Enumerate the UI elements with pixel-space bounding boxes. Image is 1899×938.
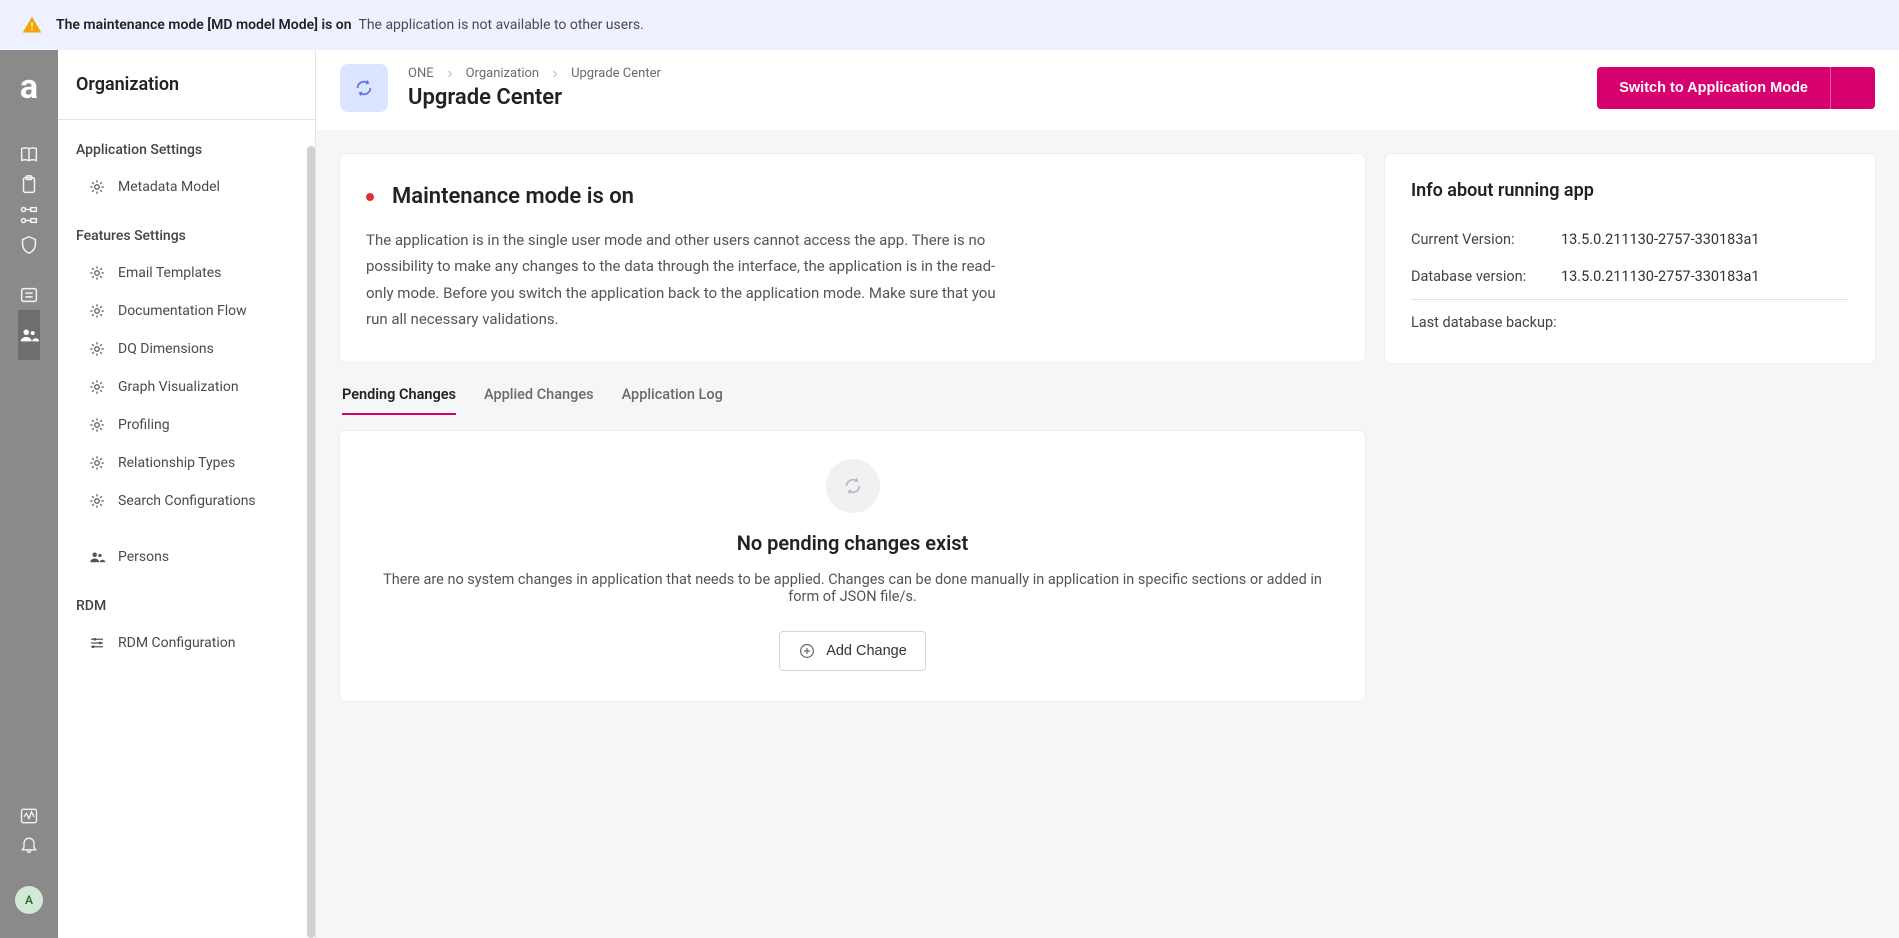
list-icon [18, 284, 40, 306]
sidebar-item-search-configurations[interactable]: Search Configurations [58, 482, 315, 520]
sidebar-item-rdm-configuration[interactable]: RDM Configuration [58, 624, 315, 662]
warning-icon [22, 15, 42, 35]
sidebar-item-label: Relationship Types [118, 455, 235, 471]
empty-body: There are no system changes in applicati… [366, 571, 1339, 605]
notice-title: Maintenance mode is on [392, 184, 634, 209]
sidebar-group-label: Application Settings [58, 120, 315, 168]
info-title: Info about running app [1411, 180, 1849, 201]
nav-rail: a A [0, 50, 58, 938]
sidebar-item-label: RDM Configuration [118, 635, 235, 651]
banner-strong: The maintenance mode [MD model Mode] is … [56, 17, 352, 33]
info-key: Current Version: [1411, 231, 1561, 248]
rail-item-activity[interactable] [19, 802, 39, 830]
people-icon [88, 548, 106, 566]
sidebar-item-label: Graph Visualization [118, 379, 239, 395]
nodes-icon [18, 204, 40, 226]
sidebar-scrollbar[interactable] [307, 146, 315, 938]
chevron-right-icon [444, 68, 456, 80]
page-title: Upgrade Center [408, 85, 661, 110]
gear-icon [88, 340, 106, 358]
sidebar-item-label: Email Templates [118, 265, 221, 281]
switch-mode-caret[interactable] [1830, 67, 1875, 109]
sidebar-group-label: Features Settings [58, 206, 315, 254]
gear-icon [88, 178, 106, 196]
switch-mode-button-group: Switch to Application Mode [1597, 67, 1875, 109]
sidebar-item-email-templates[interactable]: Email Templates [58, 254, 315, 292]
refresh-icon [340, 64, 388, 112]
status-dot-icon [366, 193, 374, 201]
rail-item-list[interactable] [18, 280, 40, 310]
book-icon [18, 144, 40, 166]
gear-icon [88, 492, 106, 510]
gear-icon [88, 454, 106, 472]
info-value: 13.5.0.211130-2757-330183a1 [1561, 231, 1760, 248]
breadcrumb-item[interactable]: ONE [408, 66, 434, 81]
sidebar-item-graph-visualization[interactable]: Graph Visualization [58, 368, 315, 406]
running-app-info-card: Info about running app Current Version:1… [1385, 154, 1875, 363]
sidebar-item-persons[interactable]: Persons [58, 538, 315, 576]
rail-item-clipboard[interactable] [18, 170, 40, 200]
notice-body: The application is in the single user mo… [366, 227, 1006, 332]
sidebar: Organization Application Settings Metadat… [58, 50, 316, 938]
sliders-icon [88, 634, 106, 652]
tab-pending-changes[interactable]: Pending Changes [342, 378, 456, 415]
rail-item-people[interactable] [18, 310, 40, 360]
sidebar-group-label: RDM [58, 576, 315, 624]
breadcrumb: ONE Organization Upgrade Center [408, 66, 661, 81]
people-icon [18, 324, 40, 346]
maintenance-banner: The maintenance mode [MD model Mode] is … [0, 0, 1899, 50]
pending-changes-panel: No pending changes exist There are no sy… [340, 431, 1365, 701]
info-last-backup-label: Last database backup: [1411, 314, 1561, 331]
maintenance-notice-card: Maintenance mode is on The application i… [340, 154, 1365, 362]
sidebar-title: Organization [58, 50, 315, 120]
info-row: Database version:13.5.0.211130-2757-3301… [1411, 258, 1849, 295]
sidebar-item-metadata-model[interactable]: Metadata Model [58, 168, 315, 206]
page-header: ONE Organization Upgrade Center Upgrade Ce… [316, 50, 1899, 130]
breadcrumb-item[interactable]: Organization [466, 66, 539, 81]
info-value: 13.5.0.211130-2757-330183a1 [1561, 268, 1760, 285]
app-logo[interactable]: a [20, 70, 38, 104]
gear-icon [88, 302, 106, 320]
rail-item-bell[interactable] [19, 830, 39, 858]
sidebar-item-label: Documentation Flow [118, 303, 247, 319]
chevron-right-icon [549, 68, 561, 80]
gear-icon [88, 416, 106, 434]
rail-item-shield[interactable] [18, 230, 40, 260]
sidebar-item-documentation-flow[interactable]: Documentation Flow [58, 292, 315, 330]
clipboard-icon [18, 174, 40, 196]
sidebar-item-label: Search Configurations [118, 493, 256, 509]
activity-icon [19, 806, 39, 826]
banner-message: The application is not available to othe… [358, 17, 643, 33]
gear-icon [88, 378, 106, 396]
tab-application-log[interactable]: Application Log [622, 378, 723, 415]
info-key: Database version: [1411, 268, 1561, 285]
info-row: Current Version:13.5.0.211130-2757-33018… [1411, 221, 1849, 258]
bell-icon [19, 834, 39, 854]
gear-icon [88, 264, 106, 282]
add-change-button[interactable]: Add Change [779, 631, 926, 671]
sidebar-item-label: Metadata Model [118, 179, 220, 195]
tabs: Pending Changes Applied Changes Applicatio… [340, 374, 1365, 415]
rail-item-book[interactable] [18, 140, 40, 170]
sidebar-item-label: Persons [118, 549, 169, 565]
switch-mode-button[interactable]: Switch to Application Mode [1597, 67, 1830, 109]
add-change-label: Add Change [826, 643, 907, 659]
sidebar-item-profiling[interactable]: Profiling [58, 406, 315, 444]
sidebar-item-relationship-types[interactable]: Relationship Types [58, 444, 315, 482]
refresh-icon [826, 459, 880, 513]
sidebar-item-label: DQ Dimensions [118, 341, 214, 357]
sidebar-item-dq-dimensions[interactable]: DQ Dimensions [58, 330, 315, 368]
empty-title: No pending changes exist [366, 531, 1339, 555]
tab-applied-changes[interactable]: Applied Changes [484, 378, 594, 415]
breadcrumb-item[interactable]: Upgrade Center [571, 66, 661, 81]
rail-item-nodes[interactable] [18, 200, 40, 230]
plus-circle-icon [798, 642, 816, 660]
shield-icon [18, 234, 40, 256]
sidebar-item-label: Profiling [118, 417, 170, 433]
user-avatar[interactable]: A [15, 886, 43, 914]
